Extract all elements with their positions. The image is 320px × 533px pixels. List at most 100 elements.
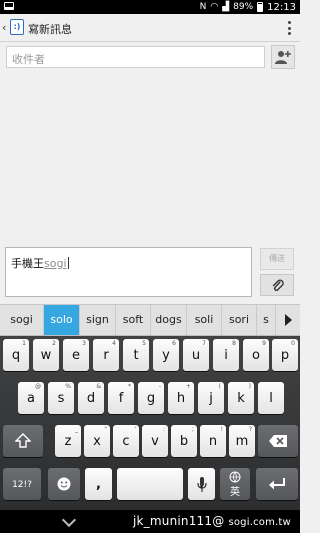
- key-s[interactable]: s%: [48, 382, 74, 414]
- key-hint: ?: [248, 426, 252, 433]
- key-hint: 9: [262, 340, 266, 347]
- key-hint: 6: [172, 340, 176, 347]
- key-c[interactable]: c ': [113, 425, 139, 457]
- clock: 12:13: [267, 1, 296, 13]
- add-contact-button[interactable]: [271, 45, 295, 69]
- key-j[interactable]: j(: [198, 382, 224, 414]
- recipient-field[interactable]: 收件者: [6, 46, 265, 68]
- key-hint: 7: [202, 340, 206, 347]
- suggestion-item[interactable]: soft: [116, 305, 151, 335]
- notification-icon: [4, 2, 14, 10]
- enter-key[interactable]: [256, 468, 298, 500]
- page-title: 寫新訊息: [28, 23, 72, 36]
- key-hint: 3: [82, 340, 86, 347]
- suggestion-item[interactable]: soli: [187, 305, 222, 335]
- suggestion-item[interactable]: sign: [80, 305, 116, 335]
- key-k[interactable]: k): [228, 382, 254, 414]
- status-bar: N ◠ ▟ 89% 12:13: [0, 0, 300, 14]
- key-hint: :: [162, 426, 165, 433]
- key-d[interactable]: d &: [78, 382, 104, 414]
- more-suggestions-arrow-icon[interactable]: [276, 305, 300, 335]
- key-e[interactable]: e3: [63, 339, 89, 371]
- hide-keyboard-icon[interactable]: [62, 513, 76, 527]
- key-v[interactable]: v:: [142, 425, 168, 457]
- text-caret: [67, 257, 69, 269]
- watermark: jk_munin111@ sogi.com.tw: [133, 514, 291, 528]
- key-hint: ): [248, 383, 251, 390]
- key-hint: ": [104, 426, 107, 433]
- wifi-icon: ◠: [210, 2, 219, 12]
- suggestion-bar: sogi solo sign soft dogs soli sori s: [0, 304, 300, 336]
- messaging-app-icon[interactable]: :): [10, 19, 24, 35]
- key-z[interactable]: z _: [55, 425, 81, 457]
- overflow-menu-icon[interactable]: [286, 19, 292, 37]
- message-input[interactable]: 手機王sogi: [5, 247, 252, 297]
- add-person-icon: [275, 51, 291, 64]
- key-hint: 5: [142, 340, 146, 347]
- key-n[interactable]: n!: [200, 425, 226, 457]
- key-hint: 1: [22, 340, 26, 347]
- key-hint: !: [220, 426, 223, 433]
- symbols-key[interactable]: 12!?: [3, 468, 41, 500]
- key-f[interactable]: f *: [108, 382, 134, 414]
- key-w[interactable]: w2: [33, 339, 59, 371]
- language-key[interactable]: 英: [220, 468, 250, 500]
- enter-arrow-icon: [269, 478, 285, 490]
- key-u[interactable]: u7: [183, 339, 209, 371]
- key-y[interactable]: y6: [153, 339, 179, 371]
- key-r[interactable]: r4: [93, 339, 119, 371]
- attach-button[interactable]: [260, 274, 294, 296]
- key-hint: *: [128, 383, 131, 390]
- key-hint: %: [65, 383, 71, 390]
- key-a[interactable]: a @: [18, 382, 44, 414]
- comma-key[interactable]: ,: [85, 468, 112, 500]
- nfc-icon: N: [199, 2, 207, 12]
- back-caret-icon[interactable]: ‹: [2, 21, 6, 34]
- key-hint: +: [185, 383, 191, 390]
- emoji-key[interactable]: [48, 468, 80, 500]
- battery-percent: 89%: [233, 2, 254, 12]
- shift-arrow-icon: [15, 433, 31, 448]
- key-l[interactable]: l: [258, 382, 284, 414]
- suggestion-item-selected[interactable]: solo: [44, 305, 80, 335]
- key-hint: 0: [291, 340, 295, 347]
- suggestion-item[interactable]: sori: [222, 305, 257, 335]
- recipient-placeholder: 收件者: [12, 53, 45, 66]
- key-hint: 2: [52, 340, 56, 347]
- committed-text: 手機王: [11, 257, 44, 270]
- key-hint: ;: [191, 426, 194, 433]
- key-hint: @: [35, 383, 41, 390]
- key-o[interactable]: o9: [243, 339, 269, 371]
- key-hint: ': [134, 426, 136, 433]
- key-p[interactable]: p0: [272, 339, 298, 371]
- conversation-area: [0, 72, 300, 244]
- suggestion-item[interactable]: dogs: [151, 305, 187, 335]
- key-m[interactable]: m?: [229, 425, 255, 457]
- key-i[interactable]: i8: [213, 339, 239, 371]
- space-bar[interactable]: [117, 468, 183, 500]
- key-q[interactable]: q1: [3, 339, 29, 371]
- suggestion-item[interactable]: sogi: [0, 305, 44, 335]
- navigation-bar: jk_munin111@ sogi.com.tw: [0, 510, 300, 533]
- microphone-icon: [197, 477, 207, 492]
- signal-icon: ▟: [222, 2, 230, 12]
- key-hint: 8: [232, 340, 236, 347]
- backspace-key[interactable]: [258, 425, 298, 457]
- status-icons: N ◠ ▟ 89% 12:13: [200, 1, 296, 13]
- send-button[interactable]: 傳送: [260, 248, 294, 270]
- message-text: 手機王sogi: [11, 255, 69, 271]
- battery-icon: [257, 2, 264, 12]
- key-hint: -: [158, 383, 161, 390]
- key-g[interactable]: g-: [138, 382, 164, 414]
- period-key[interactable]: .: [188, 468, 215, 500]
- key-hint: 4: [112, 340, 116, 347]
- key-t[interactable]: t5: [123, 339, 149, 371]
- key-b[interactable]: b;: [171, 425, 197, 457]
- composing-text: sogi: [44, 257, 67, 270]
- key-hint: (: [218, 383, 221, 390]
- suggestion-item[interactable]: s: [257, 305, 276, 335]
- shift-key[interactable]: [3, 425, 43, 457]
- key-h[interactable]: h +: [168, 382, 194, 414]
- key-x[interactable]: x ": [84, 425, 110, 457]
- backspace-icon: [269, 435, 287, 447]
